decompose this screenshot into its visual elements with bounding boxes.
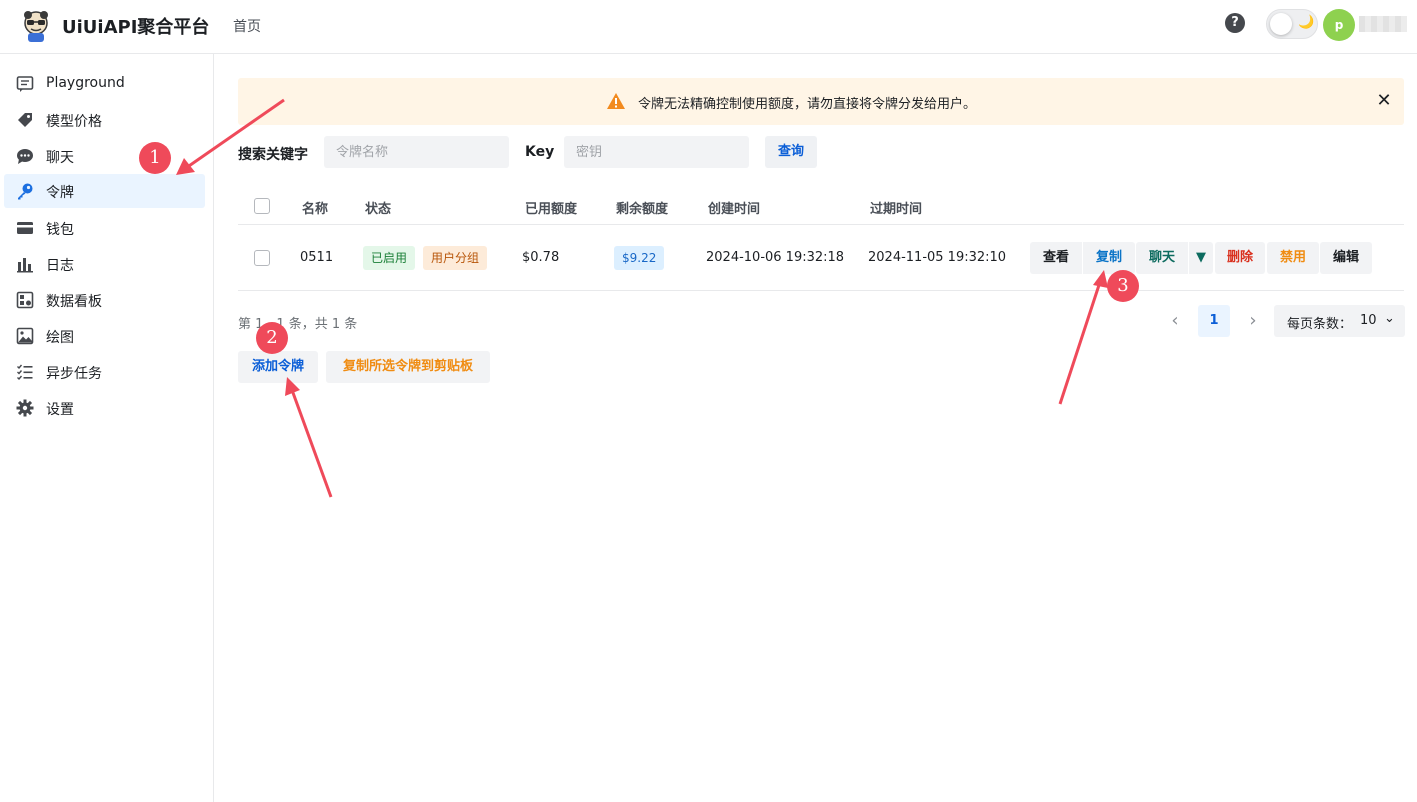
- top-header: UiUiAPI聚合平台 首页 ? 🌙 p: [0, 0, 1417, 54]
- column-header-created[interactable]: 创建时间: [708, 198, 760, 217]
- bar-chart-icon: [17, 258, 33, 273]
- sidebar-item-async-tasks[interactable]: 异步任务: [4, 355, 205, 389]
- page-number-current[interactable]: 1: [1198, 305, 1230, 337]
- theme-toggle[interactable]: 🌙: [1266, 9, 1318, 39]
- sidebar-item-logs[interactable]: 日志: [4, 247, 205, 281]
- pagination-info: 第 1 - 1 条，共 1 条: [238, 317, 358, 332]
- logo-icon[interactable]: [18, 7, 54, 43]
- search-keyword-label: 搜索关键字: [238, 147, 308, 163]
- row-checkbox[interactable]: [254, 250, 270, 266]
- chat-dropdown-caret-icon[interactable]: ▼: [1189, 242, 1213, 274]
- edit-button[interactable]: 编辑: [1320, 242, 1372, 274]
- warning-icon: [607, 93, 625, 109]
- sidebar-item-label: 日志: [46, 258, 74, 274]
- sidebar-item-label: 绘图: [46, 330, 74, 346]
- sidebar-item-label: 模型价格: [46, 114, 102, 130]
- sidebar-item-label: 令牌: [46, 185, 74, 201]
- dashboard-icon: [16, 291, 34, 309]
- moon-icon: 🌙: [1298, 15, 1315, 30]
- sidebar-item-pricing[interactable]: 模型价格: [4, 103, 205, 137]
- sidebar-item-tokens[interactable]: 令牌: [4, 174, 205, 208]
- chat-button[interactable]: 聊天: [1136, 242, 1188, 274]
- chat-bubble-icon: [17, 149, 33, 164]
- banner-text: 令牌无法精确控制使用额度，请勿直接将令牌分发给用户。: [638, 97, 977, 112]
- sidebar-item-drawing[interactable]: 绘图: [4, 319, 205, 353]
- sidebar-item-label: 异步任务: [46, 366, 102, 382]
- sidebar-item-label: 聊天: [46, 150, 74, 166]
- gear-icon: [16, 399, 34, 417]
- table-header-divider: [238, 224, 1404, 225]
- column-header-used[interactable]: 已用额度: [525, 198, 577, 217]
- disable-button[interactable]: 禁用: [1267, 242, 1319, 274]
- sidebar: Playground 模型价格 聊天 令牌 钱包 日志 数据看板 绘图 异步任务…: [0, 54, 214, 802]
- table-row-divider: [238, 290, 1404, 291]
- annotation-badge-3: 3: [1107, 270, 1139, 302]
- remaining-quota-badge: $9.22: [614, 246, 665, 270]
- key-label: Key: [525, 144, 555, 160]
- query-button[interactable]: 查询: [765, 136, 817, 168]
- select-all-checkbox[interactable]: [254, 198, 270, 214]
- wallet-card-icon: [17, 222, 33, 234]
- column-header-remaining[interactable]: 剩余额度: [616, 198, 668, 217]
- status-badge: 已启用: [363, 246, 416, 270]
- image-icon: [16, 327, 34, 345]
- next-page-icon[interactable]: ›: [1243, 310, 1263, 331]
- sidebar-item-settings[interactable]: 设置: [4, 391, 205, 425]
- view-button[interactable]: 查看: [1030, 242, 1082, 274]
- sidebar-item-playground[interactable]: Playground: [4, 67, 205, 101]
- page-size-label: 每页条数：: [1287, 317, 1353, 332]
- group-badge: 用户分组: [423, 246, 488, 270]
- sidebar-item-wallet[interactable]: 钱包: [4, 211, 205, 245]
- token-name-input[interactable]: [324, 136, 509, 168]
- page-size-select[interactable]: 每页条数： 10 ⌄: [1274, 305, 1405, 337]
- nav-home-link[interactable]: 首页: [233, 16, 261, 36]
- add-token-button[interactable]: 添加令牌: [238, 351, 318, 383]
- annotation-badge-1: 1: [139, 142, 171, 174]
- annotation-badge-2: 2: [256, 322, 288, 354]
- page-size-value: 10: [1360, 313, 1377, 328]
- expire-time: 2024-11-05 19:32:10: [868, 250, 1007, 265]
- close-icon[interactable]: ✕: [1374, 90, 1394, 112]
- token-name: 0511: [300, 250, 334, 265]
- brand-title[interactable]: UiUiAPI聚合平台: [62, 13, 209, 39]
- sidebar-item-label: 钱包: [46, 222, 74, 238]
- username-redacted[interactable]: [1359, 16, 1407, 32]
- warning-banner: 令牌无法精确控制使用额度，请勿直接将令牌分发给用户。 ✕: [238, 78, 1404, 125]
- copy-selected-tokens-button[interactable]: 复制所选令牌到剪贴板: [326, 351, 490, 383]
- toggle-knob: [1270, 13, 1292, 35]
- column-header-name[interactable]: 名称: [302, 198, 328, 217]
- created-time: 2024-10-06 19:32:18: [706, 250, 845, 265]
- avatar[interactable]: p: [1323, 9, 1355, 41]
- copy-button[interactable]: 复制: [1083, 242, 1135, 274]
- chat-square-icon: [16, 76, 34, 92]
- used-quota: $0.78: [522, 250, 560, 265]
- annotation-arrow-2: [285, 377, 333, 498]
- help-icon[interactable]: ?: [1225, 13, 1245, 33]
- sidebar-item-label: Playground: [46, 75, 125, 91]
- column-header-status[interactable]: 状态: [365, 198, 391, 217]
- sidebar-item-chat[interactable]: 聊天: [4, 139, 205, 173]
- task-list-icon: [17, 364, 33, 381]
- key-icon: [18, 183, 33, 200]
- sidebar-item-dashboard[interactable]: 数据看板: [4, 283, 205, 317]
- delete-button[interactable]: 删除: [1215, 242, 1265, 274]
- key-input[interactable]: [564, 136, 749, 168]
- sidebar-item-label: 数据看板: [46, 294, 102, 310]
- prev-page-icon[interactable]: ‹: [1165, 310, 1185, 331]
- price-tag-icon: [18, 113, 32, 127]
- column-header-expires[interactable]: 过期时间: [870, 198, 922, 217]
- chevron-down-icon: ⌄: [1384, 311, 1395, 326]
- sidebar-item-label: 设置: [46, 402, 74, 418]
